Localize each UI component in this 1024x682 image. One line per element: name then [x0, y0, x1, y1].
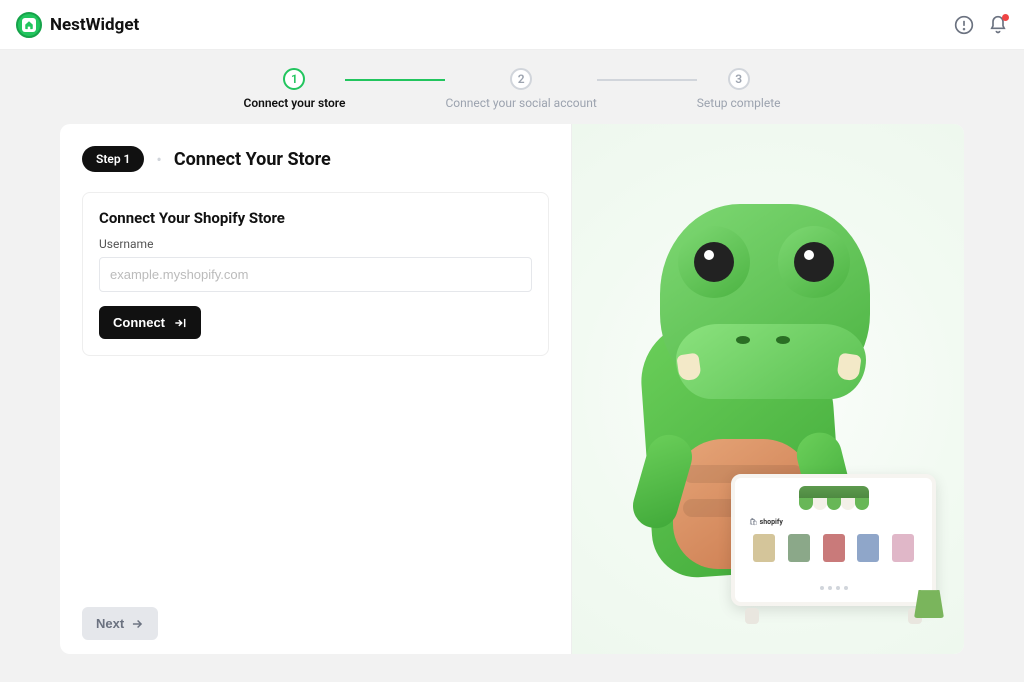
brand-name: NestWidget	[50, 15, 139, 35]
step-number: 3	[728, 68, 750, 90]
stepper-step-1[interactable]: 1 Connect your store	[244, 68, 346, 110]
stepper-connector	[597, 79, 697, 81]
username-label: Username	[99, 237, 532, 251]
illustration-panel: 🛍 shopify	[572, 124, 964, 654]
onboarding-stepper: 1 Connect your store 2 Connect your soci…	[0, 50, 1024, 124]
username-input[interactable]	[99, 257, 532, 292]
next-button[interactable]: Next	[82, 607, 158, 640]
arrow-right-icon	[130, 617, 144, 631]
step-number: 2	[510, 68, 532, 90]
alert-icon[interactable]	[954, 15, 974, 35]
storefront-awning-icon	[799, 486, 869, 512]
panel-title: Connect Your Store	[174, 149, 331, 170]
app-header: NestWidget	[0, 0, 1024, 50]
step-label: Connect your store	[244, 96, 346, 110]
connect-form-card: Connect Your Shopify Store Username Conn…	[82, 192, 549, 356]
shopify-label: 🛍 shopify	[749, 518, 783, 526]
step-label: Connect your social account	[445, 96, 596, 110]
form-title: Connect Your Shopify Store	[99, 209, 532, 227]
brand-logo-icon	[16, 12, 42, 38]
stepper-step-2[interactable]: 2 Connect your social account	[445, 68, 596, 110]
header-icons	[954, 15, 1008, 35]
next-button-label: Next	[96, 616, 124, 631]
connect-button[interactable]: Connect	[99, 306, 201, 339]
panel-header: Step 1 • Connect Your Store	[82, 146, 549, 172]
step-number: 1	[283, 68, 305, 90]
stepper-connector	[345, 79, 445, 81]
panel-footer: Next	[82, 607, 549, 640]
brand[interactable]: NestWidget	[16, 12, 139, 38]
onboarding-card: Step 1 • Connect Your Store Connect Your…	[60, 124, 964, 654]
mascot-illustration: 🛍 shopify	[618, 204, 918, 634]
step-badge: Step 1	[82, 146, 144, 172]
separator-dot-icon: •	[156, 150, 161, 169]
step-label: Setup complete	[697, 96, 781, 110]
bell-icon[interactable]	[988, 15, 1008, 35]
login-arrow-icon	[173, 316, 187, 330]
form-panel: Step 1 • Connect Your Store Connect Your…	[60, 124, 572, 654]
stepper-step-3[interactable]: 3 Setup complete	[697, 68, 781, 110]
connect-button-label: Connect	[113, 315, 165, 330]
laptop-illustration: 🛍 shopify	[731, 474, 936, 624]
notification-dot-icon	[1002, 14, 1009, 21]
